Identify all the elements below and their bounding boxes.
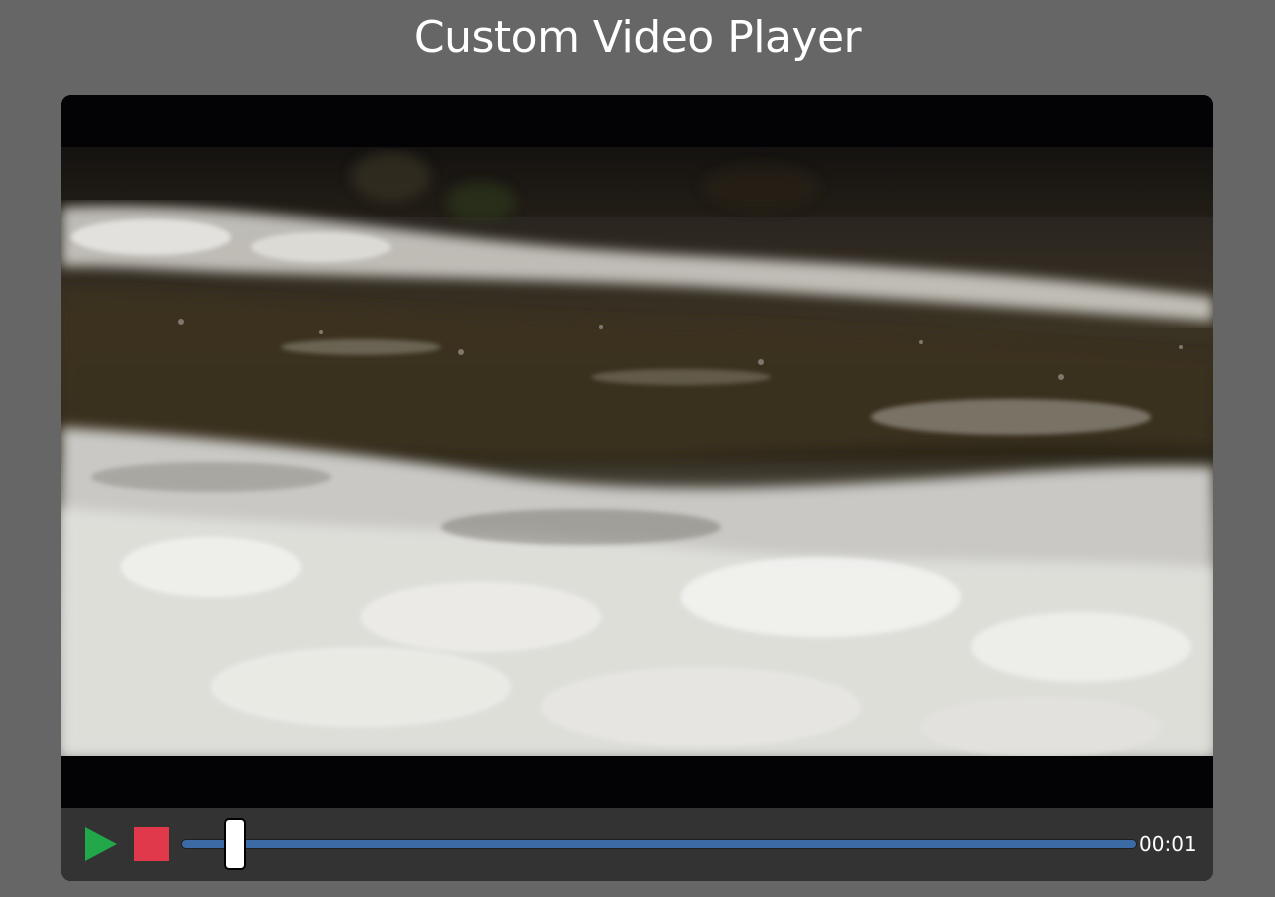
timestamp: 00:01 <box>1139 832 1197 856</box>
video-player: 00:01 <box>61 95 1213 881</box>
page-title: Custom Video Player <box>413 12 862 63</box>
player-controls: 00:01 <box>61 808 1213 881</box>
stop-button[interactable] <box>134 827 169 861</box>
progress-thumb[interactable] <box>224 818 246 870</box>
river-water-image <box>61 147 1213 756</box>
page: Custom Video Player 00:01 <box>0 0 1275 897</box>
progress-track <box>181 839 1137 849</box>
video-display[interactable] <box>61 95 1213 808</box>
play-button[interactable] <box>83 825 119 863</box>
progress-slider[interactable] <box>181 818 1137 870</box>
video-frame <box>61 147 1213 756</box>
play-icon <box>85 827 117 861</box>
